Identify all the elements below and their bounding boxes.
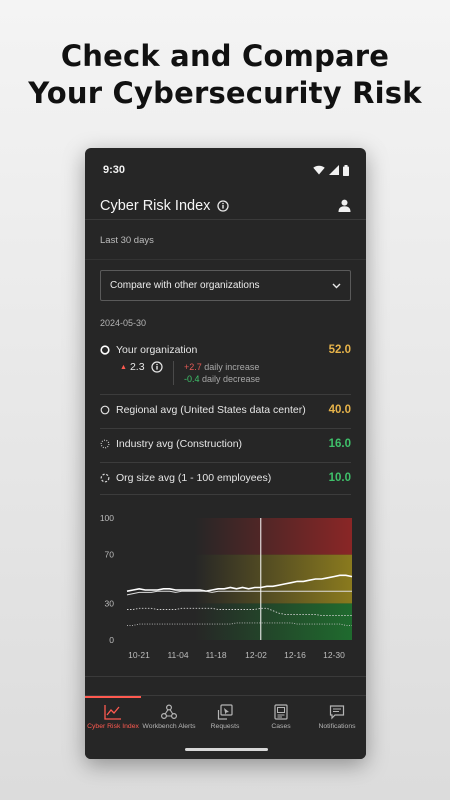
nav-item-notifications[interactable]: Notifications (309, 696, 365, 744)
bottom-navigation: Cyber Risk Index Workbench Alerts Reques… (85, 695, 366, 759)
status-time: 9:30 (103, 164, 126, 176)
request-cursor-icon (217, 704, 233, 720)
signal-icon (329, 165, 339, 175)
row-label: Org size avg (1 - 100 employees) (116, 472, 272, 484)
ring-solid-white-icon (100, 345, 110, 355)
daily-deltas: +2.7 daily increase -0.4 daily decrease (173, 361, 260, 385)
message-icon (329, 704, 345, 720)
home-indicator (185, 748, 268, 751)
x-tick-label: 11-18 (205, 650, 226, 660)
row-divider (100, 462, 351, 463)
page-title: Cyber Risk Index (100, 197, 211, 214)
app-bar: Cyber Risk Index (85, 192, 366, 220)
up-triangle-icon: ▲ (120, 363, 127, 371)
row-divider (100, 394, 351, 395)
y-tick-label: 0 (109, 635, 114, 645)
x-tick-label: 12-30 (323, 650, 345, 660)
date-label: 2024-05-30 (100, 318, 147, 328)
row-divider (100, 494, 351, 495)
daily-decrease-label: daily decrease (202, 374, 261, 384)
document-icon (274, 704, 288, 720)
nav-label: Notifications (318, 723, 356, 730)
nav-item-cyber-risk-index[interactable]: Cyber Risk Index (85, 696, 141, 744)
x-tick-label: 10-21 (128, 650, 150, 660)
y-tick-label: 70 (105, 550, 115, 560)
nav-label: Cyber Risk Index (87, 723, 139, 730)
ring-solid-icon (100, 405, 110, 415)
headline-line-2: Your Cybersecurity Risk (28, 76, 422, 110)
daily-decrease: -0.4 daily decrease (184, 373, 260, 385)
ring-dotted-icon (100, 439, 110, 449)
info-icon[interactable] (217, 199, 230, 212)
compare-dropdown[interactable]: Compare with other organizations (100, 270, 351, 301)
nav-item-workbench-alerts[interactable]: Workbench Alerts (141, 696, 197, 744)
x-tick-label: 12-02 (245, 650, 267, 660)
status-bar: 9:30 (85, 148, 366, 192)
comparison-row-org-size[interactable]: Org size avg (1 - 100 employees) 10.0 (100, 472, 351, 484)
nav-item-requests[interactable]: Requests (197, 696, 253, 744)
y-tick-label: 100 (100, 513, 114, 523)
nav-label: Cases (271, 723, 291, 730)
x-tick-label: 12-16 (284, 650, 306, 660)
nav-label: Workbench Alerts (142, 723, 196, 730)
your-org-change: ▲ 2.3 (120, 361, 163, 373)
risk-trend-chart[interactable]: 0 30 70 100 10-21 11-04 11-18 12-02 12-16 12-30 (85, 508, 366, 668)
daily-decrease-value: -0.4 (184, 374, 200, 384)
row-value: 16.0 (328, 438, 351, 450)
network-nodes-icon (161, 704, 177, 720)
chevron-down-icon (332, 283, 341, 289)
daily-increase-value: +2.7 (184, 362, 202, 372)
y-tick-label: 30 (105, 598, 115, 608)
nav-label: Requests (210, 723, 240, 730)
compare-dropdown-value: Compare with other organizations (110, 280, 260, 291)
row-value: 10.0 (328, 472, 351, 484)
wifi-icon (313, 165, 325, 175)
change-value: 2.3 (129, 361, 145, 373)
row-divider (100, 428, 351, 429)
headline-line-1: Check and Compare (60, 39, 390, 73)
comparison-row-regional[interactable]: Regional avg (United States data center)… (100, 404, 351, 416)
status-icons (313, 164, 349, 176)
row-label: Industry avg (Construction) (116, 438, 243, 450)
period-label: Last 30 days (100, 235, 154, 246)
comparison-row-industry[interactable]: Industry avg (Construction) 16.0 (100, 438, 351, 450)
trend-chart-icon (104, 704, 122, 720)
comparison-row-your-org[interactable]: Your organization 52.0 (100, 344, 351, 356)
divider (85, 676, 366, 677)
info-icon[interactable] (150, 361, 163, 373)
x-tick-label: 11-04 (167, 650, 188, 660)
row-label: Your organization (116, 344, 198, 356)
daily-increase-label: daily increase (204, 362, 260, 372)
battery-icon (343, 164, 349, 176)
ring-dashed-icon (100, 473, 110, 483)
row-value: 40.0 (328, 404, 351, 416)
phone-screen: 9:30 Cyber Risk Index Last 30 days Compa… (85, 148, 366, 759)
user-icon[interactable] (338, 199, 351, 212)
nav-item-cases[interactable]: Cases (253, 696, 309, 744)
marketing-headline: Check and Compare Your Cybersecurity Ris… (0, 38, 450, 112)
row-label: Regional avg (United States data center) (116, 404, 306, 416)
row-value: 52.0 (328, 344, 351, 356)
divider (85, 259, 366, 260)
daily-increase: +2.7 daily increase (184, 361, 260, 373)
